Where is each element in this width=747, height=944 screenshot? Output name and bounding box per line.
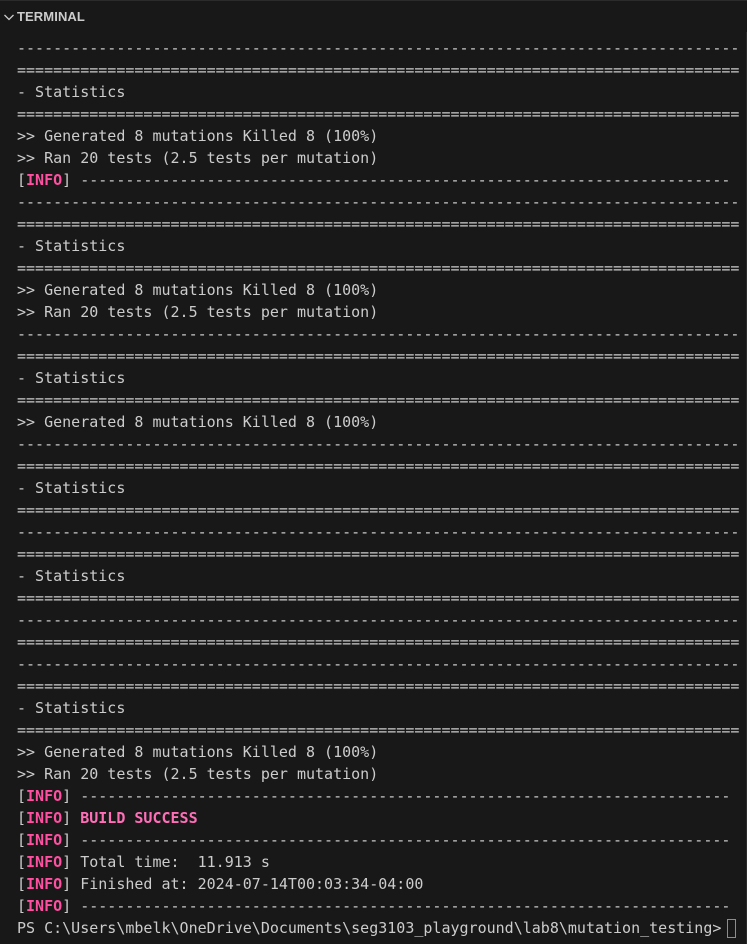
bracket-open: [ [17,809,27,827]
output-line: >> Ran 20 tests (2.5 tests per mutation) [17,765,379,783]
chevron-down-icon[interactable] [1,9,17,25]
info-tag: INFO [26,831,63,849]
separator-equals-line: ========================================… [17,589,739,607]
output-line: - Statistics [17,83,126,101]
separator-equals-line: ========================================… [17,259,739,277]
bracket-open: [ [17,831,27,849]
output-line: - Statistics [17,369,126,387]
info-tag: INFO [26,875,63,893]
separator-equals-line: ========================================… [17,105,739,123]
info-message: ----------------------------------------… [80,897,731,915]
separator-dash-line: ----------------------------------------… [17,655,739,673]
info-line: [INFO] Total time: 11.913 s [17,851,739,873]
bracket-close: ] [62,831,81,849]
shell-prompt: PS C:\Users\mbelk\OneDrive\Documents\seg… [17,919,722,937]
build-success-line: [INFO] BUILD SUCCESS [17,807,739,829]
bracket-close: ] [62,875,81,893]
info-line: [INFO] ---------------------------------… [17,895,739,917]
info-tag: INFO [26,897,63,915]
info-line: [INFO] ---------------------------------… [17,829,739,851]
output-line: >> Generated 8 mutations Killed 8 (100%) [17,413,379,431]
bracket-close: ] [62,809,81,827]
info-line: [INFO] Finished at: 2024-07-14T00:03:34-… [17,873,739,895]
separator-dash-line: ----------------------------------------… [17,523,739,541]
separator-equals-line: ========================================… [17,61,739,79]
bracket-open: [ [17,171,27,189]
bracket-close: ] [62,787,81,805]
separator-dash-line: ----------------------------------------… [17,611,739,629]
bracket-close: ] [62,853,81,871]
shell-prompt-line[interactable]: PS C:\Users\mbelk\OneDrive\Documents\seg… [17,917,739,939]
output-line: - Statistics [17,699,126,717]
bracket-open: [ [17,787,27,805]
terminal-panel: TERMINAL -------------------------------… [0,0,747,944]
panel-title: TERMINAL [17,9,85,24]
info-line: [INFO] ---------------------------------… [17,169,739,191]
info-message: ----------------------------------------… [80,171,731,189]
output-line: - Statistics [17,567,126,585]
output-line: >> Ran 20 tests (2.5 tests per mutation) [17,149,379,167]
bracket-close: ] [62,171,81,189]
output-line: >> Generated 8 mutations Killed 8 (100%) [17,743,379,761]
output-line: >> Ran 20 tests (2.5 tests per mutation) [17,303,379,321]
separator-equals-line: ========================================… [17,457,739,475]
terminal-panel-header[interactable]: TERMINAL [0,0,747,32]
info-tag: INFO [26,171,63,189]
info-message: Total time: 11.913 s [80,853,270,871]
info-message: ----------------------------------------… [80,787,731,805]
separator-equals-line: ========================================… [17,215,739,233]
separator-equals-line: ========================================… [17,545,739,563]
separator-equals-line: ========================================… [17,721,739,739]
separator-dash-line: ----------------------------------------… [17,193,739,211]
bracket-open: [ [17,853,27,871]
separator-equals-line: ========================================… [17,347,739,365]
separator-equals-line: ========================================… [17,677,739,695]
bracket-open: [ [17,875,27,893]
info-tag: INFO [26,853,63,871]
separator-dash-line: ----------------------------------------… [17,325,739,343]
output-line: >> Generated 8 mutations Killed 8 (100%) [17,281,379,299]
build-success-text: BUILD SUCCESS [80,809,198,827]
bracket-open: [ [17,897,27,915]
separator-dash-line: ----------------------------------------… [17,39,739,57]
separator-equals-line: ========================================… [17,501,739,519]
info-message: ----------------------------------------… [80,831,731,849]
separator-dash-line: ----------------------------------------… [17,435,739,453]
info-line: [INFO] ---------------------------------… [17,785,739,807]
output-line: >> Generated 8 mutations Killed 8 (100%) [17,127,379,145]
info-tag: INFO [26,787,63,805]
info-message: Finished at: 2024-07-14T00:03:34-04:00 [80,875,424,893]
info-tag: INFO [26,809,63,827]
separator-equals-line: ========================================… [17,391,739,409]
output-line: - Statistics [17,479,126,497]
separator-equals-line: ========================================… [17,633,739,651]
terminal-output[interactable]: ----------------------------------------… [17,37,739,942]
bracket-close: ] [62,897,81,915]
terminal-cursor[interactable] [727,919,737,938]
output-line: - Statistics [17,237,126,255]
